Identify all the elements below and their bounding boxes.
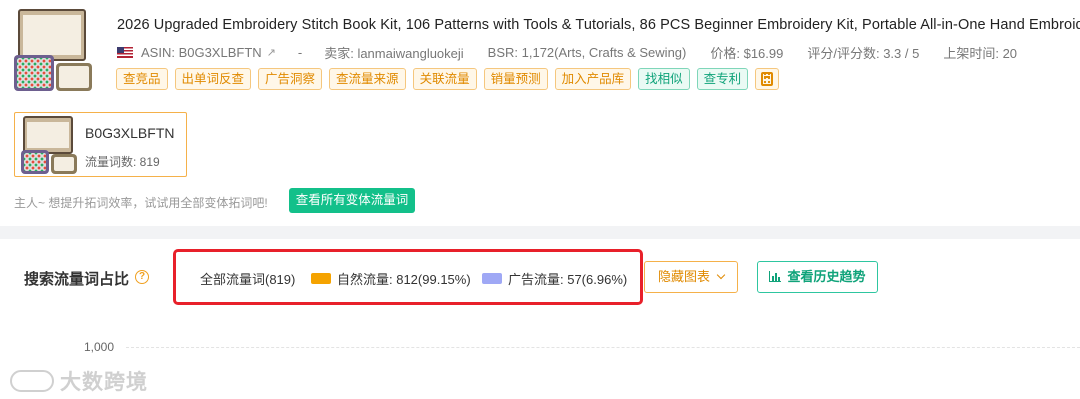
chart-gridline xyxy=(126,347,1080,348)
external-link-icon[interactable]: ↗ xyxy=(267,46,276,59)
y-axis-tick: 1,000 xyxy=(84,340,115,354)
tag-related-traffic[interactable]: 关联流量 xyxy=(412,68,477,90)
book-image xyxy=(18,9,86,61)
view-all-variant-keywords-button[interactable]: 查看所有变体流量词 xyxy=(289,188,415,213)
watermark-logo-icon xyxy=(10,370,54,392)
variant-image xyxy=(21,116,81,174)
watermark: 大数跨境 xyxy=(10,366,148,396)
hide-chart-label: 隐藏图表 xyxy=(657,269,710,284)
price-label: 价格: $16.99 xyxy=(710,46,784,61)
section-title: 搜索流量词占比 xyxy=(24,271,130,288)
section-divider xyxy=(0,226,1080,239)
legend-ads[interactable]: 广告流量: 57(6.96%) xyxy=(482,269,627,288)
listed-date-label: 上架时间: 20 xyxy=(943,46,1018,61)
asin-label[interactable]: ASIN: B0G3XLBFTN xyxy=(141,45,262,60)
product-meta: ASIN: B0G3XLBFTN ↗ - 卖家: lanmaiwangluoke… xyxy=(117,43,1017,62)
product-title[interactable]: 2026 Upgraded Embroidery Stitch Book Kit… xyxy=(117,17,1080,33)
bsr-label: BSR: 1,172(Arts, Crafts & Sewing) xyxy=(487,45,687,60)
rating-label: 评分/评分数: 3.3 / 5 xyxy=(807,46,920,61)
legend-all-words[interactable]: 全部流量词(819) xyxy=(200,269,295,288)
tag-ad-insights[interactable]: 广告洞察 xyxy=(258,68,323,90)
kit-book-image xyxy=(56,63,92,91)
legend-ads-label: 广告流量: 57(6.96%) xyxy=(508,272,628,287)
legend-natural-label: 自然流量: 812(99.15%) xyxy=(337,272,471,287)
tag-find-similar[interactable]: 找相似 xyxy=(638,68,690,90)
bar-chart-icon xyxy=(769,271,782,282)
tag-check-patent[interactable]: 查专利 xyxy=(696,68,749,90)
calculator-icon xyxy=(761,72,774,86)
tool-tags: 查竞品 出单词反查 广告洞察 查流量来源 关联流量 销量预测 加入产品库 找相似… xyxy=(116,68,780,90)
seller-label[interactable]: 卖家: lanmaiwangluokeji xyxy=(324,43,463,62)
chevron-down-icon xyxy=(716,270,726,280)
help-icon[interactable]: ? xyxy=(135,270,149,284)
kit-image xyxy=(14,55,54,91)
hide-chart-button[interactable]: 隐藏图表 xyxy=(644,261,738,293)
calculator-button[interactable] xyxy=(755,68,780,90)
separator: - xyxy=(297,45,303,60)
tag-sales-forecast[interactable]: 销量预测 xyxy=(483,68,548,90)
product-image[interactable] xyxy=(14,9,94,93)
legend-natural[interactable]: 自然流量: 812(99.15%) xyxy=(311,269,471,288)
history-trend-label: 查看历史趋势 xyxy=(787,269,866,284)
tag-find-competitors[interactable]: 查竞品 xyxy=(116,68,168,90)
watermark-text: 大数跨境 xyxy=(60,371,148,394)
natural-swatch-icon xyxy=(311,273,331,284)
tag-traffic-source[interactable]: 查流量来源 xyxy=(329,68,406,90)
tag-add-to-library[interactable]: 加入产品库 xyxy=(554,68,632,90)
legend-all-words-label: 全部流量词(819) xyxy=(200,272,296,287)
variant-card[interactable]: B0G3XLBFTN 流量词数: 819 xyxy=(14,112,187,177)
variant-asin: B0G3XLBFTN xyxy=(85,125,175,141)
ads-swatch-icon xyxy=(482,273,502,284)
tag-order-keyword-lookup[interactable]: 出单词反查 xyxy=(174,68,252,90)
variant-hint-text: 主人~ 想提升拓词效率，试试用全部变体拓词吧! xyxy=(14,196,268,210)
variant-traffic-words: 流量词数: 819 xyxy=(85,155,160,169)
view-history-trend-button[interactable]: 查看历史趋势 xyxy=(757,261,878,293)
us-flag-icon xyxy=(117,47,133,58)
